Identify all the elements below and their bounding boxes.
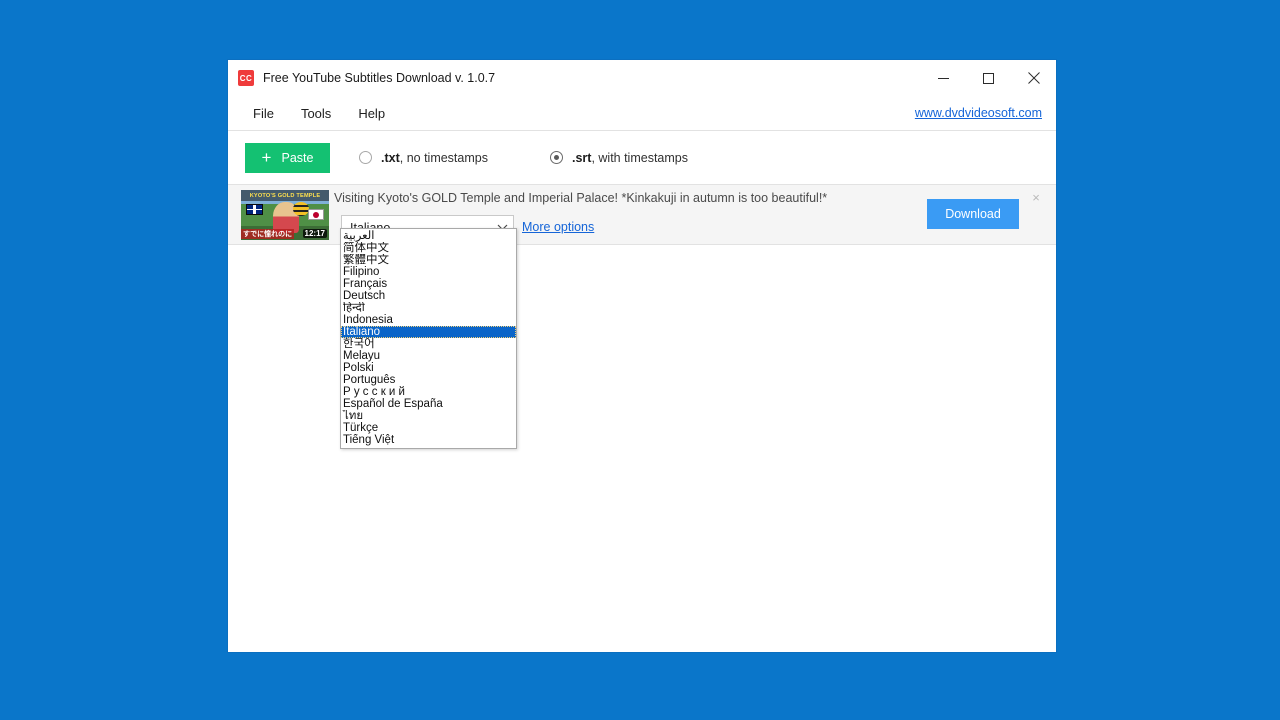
plus-icon: + [261, 148, 272, 167]
video-thumbnail: KYOTO'S GOLD TEMPLE すでに憧れのに 12:17 [241, 190, 329, 240]
maximize-button[interactable] [966, 61, 1011, 96]
title-bar: CC Free YouTube Subtitles Download v. 1.… [228, 60, 1056, 96]
language-option[interactable]: Tiếng Việt [341, 434, 516, 446]
language-option[interactable]: Indonesia [341, 314, 516, 326]
radio-srt-desc: , with timestamps [591, 150, 688, 165]
radio-option-txt[interactable]: .txt , no timestamps [359, 151, 488, 165]
language-option[interactable]: Italiano [341, 326, 516, 338]
toolbar: + Paste .txt , no timestamps .srt , with… [228, 130, 1056, 185]
maximize-icon [983, 72, 994, 84]
video-title: Visiting Kyoto's GOLD Temple and Imperia… [334, 191, 828, 205]
format-radio-group: .txt , no timestamps .srt , with timesta… [359, 151, 688, 165]
minimize-button[interactable] [921, 61, 966, 96]
close-icon [1027, 72, 1040, 84]
radio-srt-indicator[interactable] [549, 151, 563, 164]
language-option[interactable]: العربية [341, 230, 516, 242]
paste-button-label: Paste [281, 150, 314, 165]
language-option[interactable]: Р у с с к и й [341, 386, 516, 398]
thumbnail-bee-decoration [293, 202, 309, 216]
language-option[interactable]: हिन्दी [341, 302, 516, 314]
language-option[interactable]: ไทย [341, 410, 516, 422]
menu-item-help[interactable]: Help [346, 103, 397, 124]
menu-bar: File Tools Help www.dvdvideosoft.com [228, 96, 1056, 130]
radio-txt-desc: , no timestamps [399, 150, 488, 165]
minimize-icon [938, 77, 949, 79]
language-dropdown-list[interactable]: العربية 简体中文 繁體中文 Filipino Français Deutsch हि… [340, 228, 517, 449]
thumbnail-overlay-title: KYOTO'S GOLD TEMPLE [241, 190, 329, 201]
download-button[interactable]: Download [927, 199, 1019, 229]
language-option[interactable]: 简体中文 [341, 242, 516, 254]
more-options-link[interactable]: More options [522, 220, 594, 234]
thumbnail-duration: 12:17 [302, 229, 327, 238]
language-option[interactable]: Français [341, 278, 516, 290]
japan-flag-icon [308, 209, 324, 220]
paste-button[interactable]: + Paste [245, 142, 330, 173]
language-option[interactable]: Filipino [341, 266, 516, 278]
language-option[interactable]: Español de España [341, 398, 516, 410]
language-option[interactable]: Türkçe [341, 422, 516, 434]
radio-txt-indicator[interactable] [359, 151, 372, 164]
language-option[interactable]: Português [341, 374, 516, 386]
language-option[interactable]: 한국어 [341, 338, 516, 350]
menu-item-tools[interactable]: Tools [289, 103, 343, 124]
window-title: Free YouTube Subtitles Download v. 1.0.7 [263, 71, 496, 85]
radio-srt-ext: .srt [571, 150, 592, 165]
remove-item-icon[interactable]: × [1029, 190, 1043, 204]
language-option[interactable]: Melayu [341, 350, 516, 362]
thumbnail-caption: すでに憧れのに [241, 229, 295, 239]
radio-option-srt[interactable]: .srt , with timestamps [549, 150, 688, 165]
cc-icon: CC [238, 70, 254, 86]
radio-txt-ext: .txt [381, 150, 400, 165]
uk-flag-icon [246, 204, 263, 215]
menu-item-file[interactable]: File [241, 103, 286, 124]
language-option[interactable]: 繁體中文 [341, 254, 516, 266]
website-link[interactable]: www.dvdvideosoft.com [915, 106, 1042, 120]
language-option[interactable]: Deutsch [341, 290, 516, 302]
close-button[interactable] [1011, 61, 1056, 96]
language-option[interactable]: Polski [341, 362, 516, 374]
